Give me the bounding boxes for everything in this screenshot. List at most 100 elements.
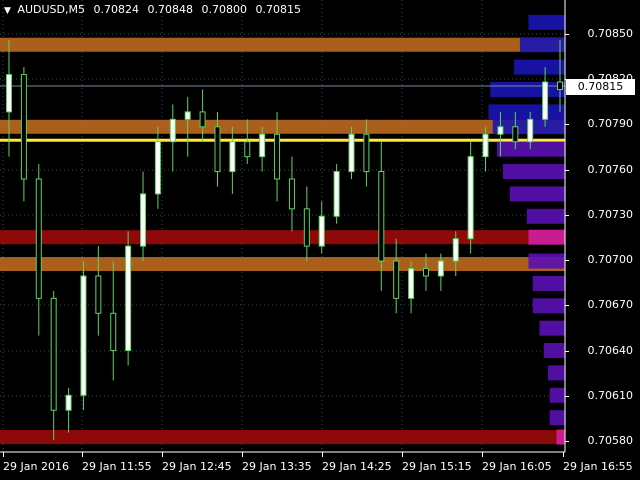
candle-body bbox=[274, 133, 281, 180]
candle-body bbox=[393, 260, 400, 299]
ohlc-low: 0.70800 bbox=[201, 3, 247, 16]
candle-body bbox=[482, 133, 489, 158]
price-tick-label: 0.70850 bbox=[587, 27, 634, 40]
price-level-zone bbox=[0, 119, 565, 134]
time-tick-label: 29 Jan 12:45 bbox=[162, 460, 232, 473]
time-tick-label: 29 Jan 2016 bbox=[3, 460, 69, 473]
ohlc-open: 0.70824 bbox=[93, 3, 139, 16]
price-level-zone bbox=[0, 37, 565, 52]
candle-body bbox=[35, 178, 42, 299]
time-tick-label: 29 Jan 14:25 bbox=[322, 460, 392, 473]
price-tick-label: 0.70700 bbox=[587, 253, 634, 266]
price-tick-mark bbox=[565, 351, 569, 352]
volume-profile-bar bbox=[528, 253, 565, 269]
candle-body bbox=[6, 74, 12, 113]
candle-body bbox=[80, 275, 87, 396]
price-level-zone bbox=[0, 257, 565, 272]
level-line-yellow bbox=[0, 138, 565, 142]
volume-profile-bar bbox=[549, 387, 565, 403]
volume-profile-bar bbox=[490, 82, 565, 98]
price-tick-label: 0.70640 bbox=[587, 344, 634, 357]
price-tick-mark bbox=[565, 215, 569, 216]
candle-body bbox=[125, 245, 132, 352]
time-tick-label: 29 Jan 11:55 bbox=[82, 460, 152, 473]
candle-body bbox=[467, 156, 474, 240]
volume-profile-bar bbox=[526, 208, 565, 224]
volume-profile-bar bbox=[497, 141, 565, 157]
price-tick-label: 0.70790 bbox=[587, 117, 634, 130]
volume-profile-bar bbox=[514, 59, 565, 75]
candle-body bbox=[95, 275, 102, 314]
volume-profile-bar bbox=[549, 410, 565, 426]
time-tick-label: 29 Jan 16:55 bbox=[563, 460, 633, 473]
candle-body bbox=[214, 126, 221, 173]
volume-profile-bar bbox=[556, 429, 565, 445]
price-tick-label: 0.70730 bbox=[587, 208, 634, 221]
chart-header: ▼ AUDUSD,M5 0.70824 0.70848 0.70800 0.70… bbox=[4, 3, 306, 16]
candle-body bbox=[363, 133, 370, 173]
price-tick-mark bbox=[565, 441, 569, 442]
price-level-zone bbox=[0, 230, 565, 245]
time-tick-mark bbox=[402, 452, 403, 457]
price-tick-label: 0.70580 bbox=[587, 434, 634, 447]
candle-body bbox=[154, 141, 161, 195]
time-tick-label: 29 Jan 15:15 bbox=[402, 460, 472, 473]
time-tick-mark bbox=[242, 452, 243, 457]
candle-body bbox=[512, 126, 519, 143]
time-tick-label: 29 Jan 13:35 bbox=[242, 460, 312, 473]
price-tick-mark bbox=[565, 124, 569, 125]
candle-body bbox=[422, 268, 429, 277]
candle-body bbox=[110, 312, 117, 352]
time-tick-mark bbox=[162, 452, 163, 457]
time-tick-mark bbox=[322, 452, 323, 457]
candle-body bbox=[497, 126, 504, 135]
candle-body bbox=[303, 208, 310, 247]
volume-profile-bar bbox=[532, 298, 565, 314]
volume-profile-bar bbox=[548, 365, 565, 381]
candle-body bbox=[288, 178, 295, 210]
current-price-label: 0.70815 bbox=[566, 79, 635, 95]
candle-body bbox=[527, 118, 534, 143]
volume-profile-bar bbox=[539, 320, 565, 336]
candle-body bbox=[348, 133, 355, 173]
candle-body bbox=[378, 171, 385, 262]
time-tick-mark bbox=[82, 452, 83, 457]
volume-profile-bar bbox=[502, 164, 565, 180]
price-tick-mark bbox=[565, 396, 569, 397]
time-tick-mark bbox=[3, 452, 4, 457]
volume-profile-bar bbox=[519, 37, 565, 53]
candle-body bbox=[169, 118, 176, 143]
candle-body bbox=[557, 81, 563, 91]
candle-body bbox=[244, 141, 251, 158]
candle-body bbox=[140, 193, 147, 247]
candle-body bbox=[333, 171, 340, 217]
candle-body bbox=[318, 215, 325, 247]
candle-body bbox=[452, 238, 459, 262]
price-tick-mark bbox=[565, 305, 569, 306]
price-tick-label: 0.70610 bbox=[587, 389, 634, 402]
candle-body bbox=[542, 81, 549, 120]
price-tick-mark bbox=[565, 170, 569, 171]
time-tick-label: 29 Jan 16:05 bbox=[482, 460, 552, 473]
volume-profile-bar bbox=[528, 14, 565, 30]
symbol-timeframe: AUDUSD,M5 bbox=[17, 3, 85, 16]
candle-body bbox=[229, 141, 236, 173]
volume-profile-bar bbox=[543, 343, 565, 359]
ohlc-high: 0.70848 bbox=[147, 3, 193, 16]
price-tick-label: 0.70670 bbox=[587, 298, 634, 311]
candle-body bbox=[50, 297, 57, 411]
candle-body bbox=[437, 260, 444, 277]
price-chart[interactable] bbox=[0, 0, 640, 480]
candle-body bbox=[65, 394, 72, 411]
ohlc-close: 0.70815 bbox=[255, 3, 301, 16]
chart-window[interactable]: ▼ AUDUSD,M5 0.70824 0.70848 0.70800 0.70… bbox=[0, 0, 640, 480]
collapse-arrow-icon[interactable]: ▼ bbox=[4, 6, 11, 16]
volume-profile-bar bbox=[509, 186, 565, 202]
time-tick-mark bbox=[563, 452, 564, 457]
price-level-zone bbox=[0, 430, 565, 445]
volume-profile-bar bbox=[532, 275, 565, 291]
candle-body bbox=[408, 268, 415, 299]
candle-body bbox=[259, 133, 266, 158]
time-tick-mark bbox=[482, 452, 483, 457]
price-tick-mark bbox=[565, 260, 569, 261]
